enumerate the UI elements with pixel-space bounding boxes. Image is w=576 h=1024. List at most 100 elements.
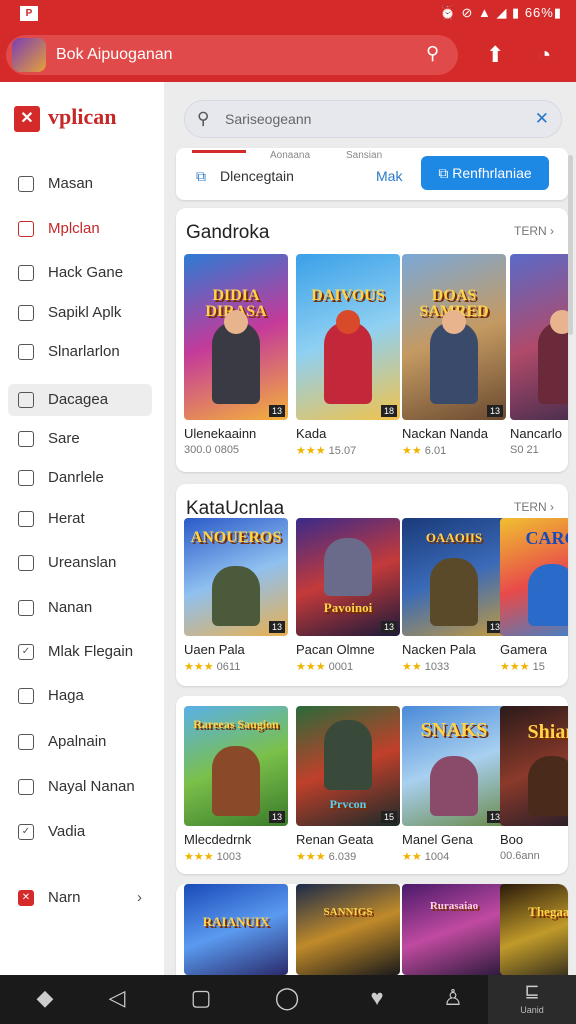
game-meta: ★★★ 15.07 xyxy=(296,444,400,457)
rating-stars: ★★★ xyxy=(296,445,326,457)
square-icon[interactable]: ▢ xyxy=(186,985,216,1011)
cover-title: SANNIGS xyxy=(323,906,373,918)
app-bar: Bok Aipuoganan ⚲ ⬆ ◔ xyxy=(0,28,576,82)
sidebar-item-sapikl-aplk[interactable]: Sapikl Aplk xyxy=(8,297,152,329)
sidebar-item-sare[interactable]: Sare xyxy=(8,423,152,455)
hero-figure xyxy=(212,566,260,626)
rating-stars: ★★★ xyxy=(184,661,214,673)
sidebar-item-masan[interactable]: Masan xyxy=(8,168,152,200)
pen-icon xyxy=(18,600,34,616)
scrollbar[interactable] xyxy=(568,155,573,335)
app-title-bar[interactable]: Bok Aipuoganan ⚲ xyxy=(6,35,458,75)
notification-icon[interactable]: ◔ xyxy=(538,42,551,68)
see-all-link[interactable]: TERN › xyxy=(514,500,554,514)
game-card[interactable]: Pavoinoi 13 Pacan Olmne ★★★ 0001 xyxy=(296,518,400,673)
game-card[interactable]: DAIVOUS 18 Kada ★★★ 15.07 xyxy=(296,254,400,457)
recommend-button[interactable]: ⧉ Renfhrlaniae xyxy=(421,156,549,190)
age-badge: 13 xyxy=(268,811,285,823)
rating-stars: ★★ xyxy=(402,445,422,457)
hero-figure xyxy=(528,756,568,816)
game-cover: Pavoinoi 13 xyxy=(296,518,400,636)
sidebar-item-mlak-flegain[interactable]: ✓ Mlak Flegain xyxy=(8,636,152,668)
rating-stars: ★★★ xyxy=(296,851,326,863)
back-icon[interactable]: ◁ xyxy=(102,985,132,1011)
sidebar-item-apalnain[interactable]: Apalnain xyxy=(8,726,152,758)
game-card[interactable]: Shian Boo 00.6ann xyxy=(500,706,568,862)
check-icon: ✓ xyxy=(18,644,34,660)
sidebar-item-label: Mplclan xyxy=(48,220,100,237)
sidebar-item-danrlele[interactable]: Danrlele xyxy=(8,462,152,494)
game-name: Kada xyxy=(296,426,327,441)
game-card[interactable]: Rurasaiao xyxy=(402,884,506,975)
sidebar-item-haga[interactable]: Haga xyxy=(8,680,152,712)
rating-stars: ★★★ xyxy=(500,661,530,673)
brand: ✕ vplican xyxy=(14,104,116,132)
section-row-3: Rareeas Saugion 13 Mlecdedrnk ★★★ 1003 Pr… xyxy=(176,696,568,874)
search-icon[interactable]: ⚲ xyxy=(426,43,446,63)
game-cover: SNAKS 13 xyxy=(402,706,506,826)
sidebar-item-label: Apalnain xyxy=(48,733,107,750)
game-card[interactable]: Rareeas Saugion 13 Mlecdedrnk ★★★ 1003 xyxy=(184,706,288,863)
game-card[interactable]: ANOUEROS 13 Uaen Pala ★★★ 0611 xyxy=(184,518,288,673)
sidebar-item-slnarlarlon[interactable]: Slnarlarlon xyxy=(8,336,152,368)
active-nav-item[interactable]: ⊑ Uanid xyxy=(488,975,576,1024)
home-circle-icon[interactable]: ◯ xyxy=(272,985,302,1011)
search-input[interactable]: ⚲ Sariseogeann ✕ xyxy=(184,100,562,138)
library-icon: ⊑ xyxy=(524,981,540,1001)
game-card[interactable]: CARG13 Gamera ★★★ 15 xyxy=(500,518,568,673)
profile-icon[interactable]: ♙ xyxy=(438,985,468,1011)
cover-title: Thegaao xyxy=(528,904,568,919)
game-card[interactable]: Prvcon 15 Renan Geata ★★★ 6.039 xyxy=(296,706,400,863)
more-link[interactable]: Mak xyxy=(376,168,402,184)
sidebar-item-dacagea[interactable]: Dacagea xyxy=(8,384,152,416)
game-meta: 300.0 0805 xyxy=(184,444,288,456)
game-name: Nacken Pala xyxy=(402,642,476,657)
game-card[interactable]: SANNIGS xyxy=(296,884,400,975)
age-badge: 15 xyxy=(380,811,397,823)
clear-icon[interactable]: ✕ xyxy=(535,109,549,129)
game-meta: 00.6ann xyxy=(500,850,568,862)
tab-sansian[interactable]: Sansian xyxy=(346,150,382,161)
game-meta: ★★★ 0611 xyxy=(184,660,288,673)
sidebar-item-nayal-nanan[interactable]: Nayal Nanan xyxy=(8,771,152,803)
tab-aonaana[interactable]: Aonaana xyxy=(270,150,310,161)
sidebar-item-narn[interactable]: ✕ Narn › xyxy=(8,882,152,914)
filter-bar: Aonaana Sansian ⧉ Dlencegtain Mak ⧉ Renf… xyxy=(176,148,568,200)
recommend-label: Renfhrlaniae xyxy=(452,165,532,181)
sidebar-item-mplclan[interactable]: Mplclan xyxy=(8,213,152,245)
diamond-icon[interactable]: ◆ xyxy=(30,985,60,1011)
tab-active[interactable] xyxy=(192,150,246,156)
chevron-right-icon: › xyxy=(137,889,142,906)
age-badge: 13 xyxy=(486,405,503,417)
see-all-link[interactable]: TERN › xyxy=(514,224,554,238)
sidebar-item-hack-gane[interactable]: Hack Gane xyxy=(8,257,152,289)
sidebar-item-ureanslan[interactable]: Ureanslan xyxy=(8,547,152,579)
game-card[interactable]: RAIANUIX xyxy=(184,884,288,975)
check-icon: ✓ xyxy=(18,824,34,840)
game-card[interactable]: SNAKS 13 Manel Gena ★★ 1004 xyxy=(402,706,506,863)
hero-figure xyxy=(430,756,478,816)
avatar[interactable] xyxy=(12,38,46,72)
game-card[interactable]: DIDIA DIRASA13 Ulenekaainn 300.0 0805 xyxy=(184,254,288,456)
filter-label[interactable]: Dlencegtain xyxy=(220,168,294,184)
sidebar-item-vadia[interactable]: ✓ Vadia xyxy=(8,816,152,848)
game-meta-text: 0611 xyxy=(216,661,241,673)
game-name: Uaen Pala xyxy=(184,642,245,657)
game-card[interactable]: OAAOIIS 13 Nacken Pala ★★ 1033 xyxy=(402,518,506,673)
camera-icon xyxy=(18,176,34,192)
sidebar-item-herat[interactable]: Herat xyxy=(8,503,152,535)
hero-figure xyxy=(430,558,478,626)
game-name: Boo xyxy=(500,832,524,847)
heart-icon[interactable]: ♥ xyxy=(362,985,392,1011)
sidebar: ✕ vplican Masan Mplclan Hack Gane Sapikl… xyxy=(0,82,164,975)
game-card[interactable]: DOAS SAMRED13 Nackan Nanda ★★ 6.01 xyxy=(402,254,506,457)
image-icon xyxy=(18,511,34,527)
search-icon: ⚲ xyxy=(197,109,210,128)
upload-icon[interactable]: ⬆ xyxy=(486,42,504,68)
sidebar-item-nanan[interactable]: Nanan xyxy=(8,592,152,624)
x-icon: ✕ xyxy=(18,890,34,906)
game-card[interactable]: Nancarlo S0 21 xyxy=(510,254,568,456)
hero-figure xyxy=(212,746,260,816)
game-cover xyxy=(510,254,568,420)
game-card[interactable]: Thegaao xyxy=(500,884,568,975)
